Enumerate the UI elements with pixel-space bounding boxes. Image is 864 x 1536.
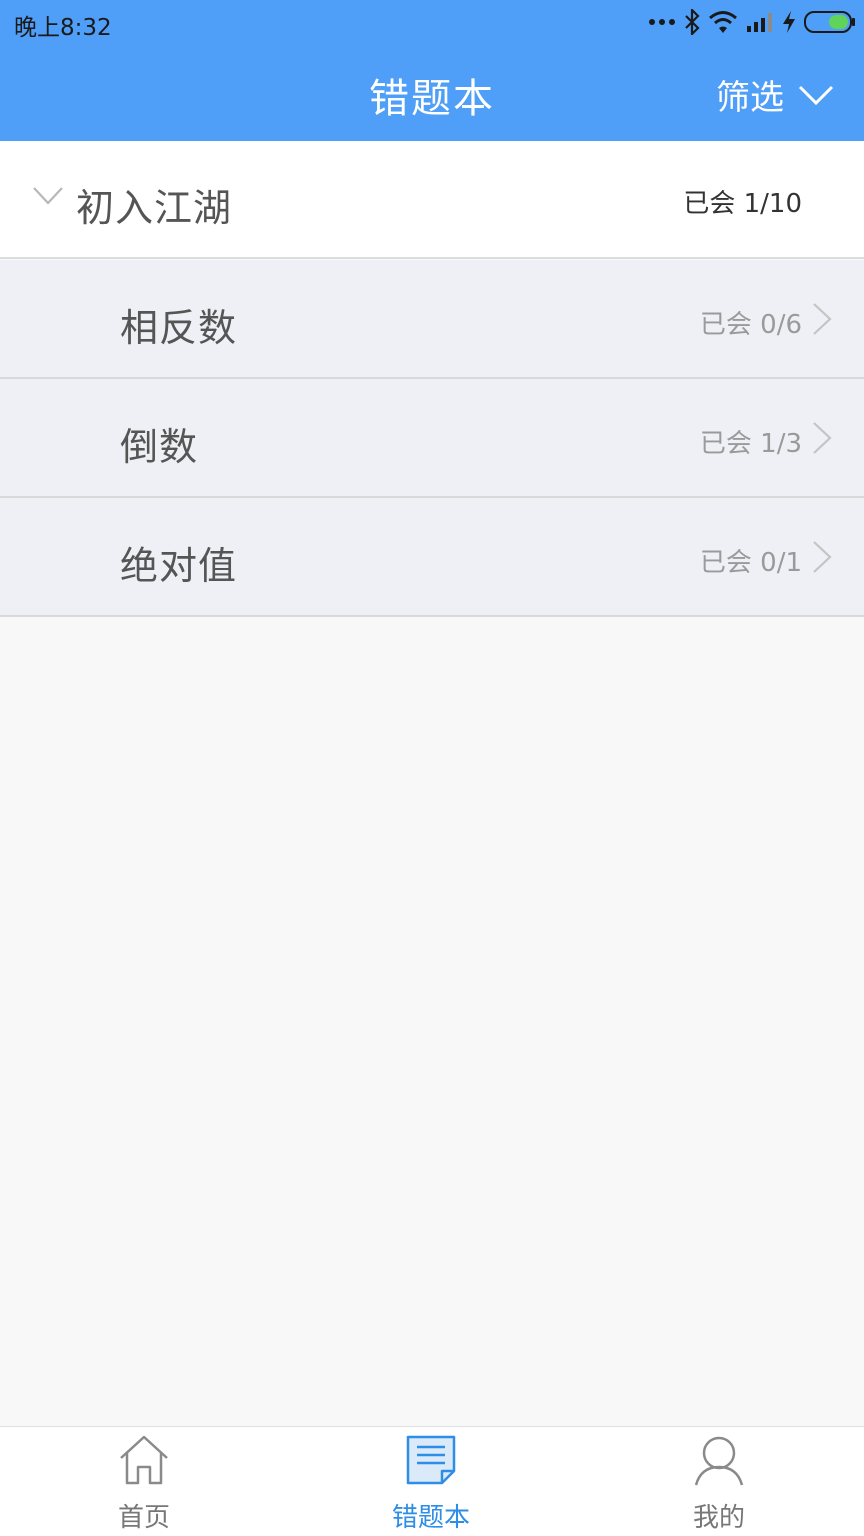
chevron-right-icon (813, 303, 832, 335)
list-item[interactable]: 相反数 已会 0/6 (0, 260, 864, 379)
filter-button[interactable]: 筛选 (716, 70, 834, 119)
chevron-right-icon (813, 541, 832, 573)
group-row[interactable]: 初入江湖 已会 1/10 (0, 141, 864, 259)
signal-icon (747, 13, 772, 32)
tab-home[interactable]: 首页 (44, 1427, 244, 1536)
list-item-progress: 已会 0/6 (699, 310, 802, 340)
list-item-title: 倒数 (120, 425, 199, 469)
list-item[interactable]: 绝对值 已会 0/1 (0, 498, 864, 617)
battery-icon (804, 11, 855, 33)
tab-home-label: 首页 (117, 1503, 170, 1533)
status-time: 晚上8:32 (14, 15, 112, 41)
list-item[interactable]: 倒数 已会 1/3 (0, 379, 864, 498)
list-item-progress: 已会 1/3 (699, 429, 802, 459)
charging-icon (783, 11, 795, 33)
wifi-icon (709, 11, 737, 33)
header: 晚上8:32 错题本 筛选 (0, 0, 864, 141)
chevron-down-icon (798, 85, 834, 105)
home-icon (120, 1435, 168, 1485)
more-dots-icon (649, 19, 675, 25)
bluetooth-icon (685, 9, 700, 35)
group-title: 初入江湖 (76, 186, 233, 230)
tab-notebook[interactable]: 错题本 (331, 1427, 531, 1536)
tab-mine[interactable]: 我的 (619, 1427, 819, 1536)
notebook-icon (406, 1435, 456, 1485)
status-icons (648, 6, 856, 38)
tab-mine-label: 我的 (692, 1503, 745, 1533)
user-icon (694, 1436, 744, 1486)
list-item-title: 相反数 (120, 306, 238, 350)
list-item-progress: 已会 0/1 (699, 548, 802, 578)
group-progress: 已会 1/10 (683, 189, 802, 219)
chevron-right-icon (813, 422, 832, 454)
filter-label: 筛选 (716, 78, 784, 118)
chevron-down-icon (33, 187, 63, 205)
tab-bar: 首页 错题本 我的 (0, 1426, 864, 1536)
list-item-title: 绝对值 (120, 544, 238, 588)
tab-notebook-label: 错题本 (391, 1503, 470, 1533)
